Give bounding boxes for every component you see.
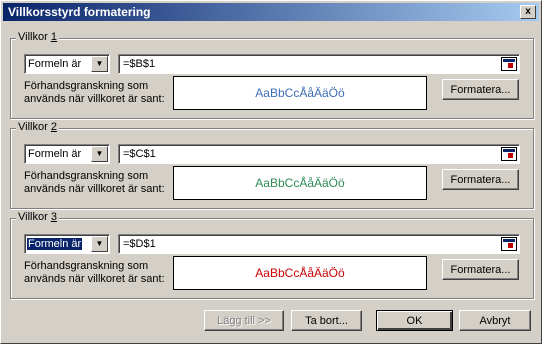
- condition-3-preview-label: Förhandsgranskning som används när villk…: [24, 260, 165, 285]
- condition-2-operator-select[interactable]: Formeln är ▼: [24, 144, 110, 164]
- condition-3-format-button[interactable]: Formatera...: [442, 259, 519, 280]
- condition-2-preview-box: AaBbCcÅåÄäÖö: [173, 166, 427, 200]
- condition-1-format-button[interactable]: Formatera...: [442, 79, 519, 100]
- condition-3-group: Villkor 3 Formeln är ▼ =$D$1 Förhandsgra…: [10, 211, 534, 299]
- condition-3-operator-select[interactable]: Formeln är ▼: [24, 234, 110, 254]
- formula-value: =$C$1: [123, 148, 156, 160]
- cell-reference-icon[interactable]: [501, 147, 517, 161]
- formula-value: =$B$1: [123, 58, 156, 70]
- cell-reference-icon[interactable]: [501, 237, 517, 251]
- condition-1-operator-select[interactable]: Formeln är ▼: [24, 54, 110, 74]
- condition-1-preview-label: Förhandsgranskning som används när villk…: [24, 80, 165, 105]
- condition-3-preview-text: AaBbCcÅåÄäÖö: [255, 266, 345, 280]
- condition-legend-text: Villkor: [18, 121, 48, 133]
- operator-value: Formeln är: [28, 148, 82, 160]
- dialog-window: Villkorsstyrd formatering x Villkor 1 Fo…: [0, 0, 542, 344]
- formula-value: =$D$1: [123, 238, 156, 250]
- condition-2-format-button[interactable]: Formatera...: [442, 169, 519, 190]
- cancel-button[interactable]: Avbryt: [459, 310, 531, 331]
- condition-2-legend: Villkor 2: [16, 121, 59, 133]
- condition-2-preview-text: AaBbCcÅåÄäÖö: [255, 176, 345, 190]
- dropdown-arrow-icon[interactable]: ▼: [91, 236, 108, 252]
- condition-3-preview-box: AaBbCcÅåÄäÖö: [173, 256, 427, 290]
- dropdown-arrow-icon[interactable]: ▼: [91, 146, 108, 162]
- condition-number: 2: [50, 121, 57, 133]
- dropdown-arrow-icon[interactable]: ▼: [91, 56, 108, 72]
- condition-2-formula-input[interactable]: =$C$1: [118, 144, 520, 164]
- condition-1-preview-text: AaBbCcÅåÄäÖö: [255, 86, 345, 100]
- condition-1-group: Villkor 1 Formeln är ▼ =$B$1 Förhandsgra…: [10, 31, 534, 119]
- operator-value: Formeln är: [28, 58, 82, 70]
- condition-3-legend: Villkor 3: [16, 211, 59, 223]
- condition-number: 1: [50, 31, 57, 43]
- condition-1-formula-input[interactable]: =$B$1: [118, 54, 520, 74]
- condition-legend-text: Villkor: [18, 211, 48, 223]
- title-bar[interactable]: Villkorsstyrd formatering x: [3, 3, 539, 21]
- condition-2-group: Villkor 2 Formeln är ▼ =$C$1 Förhandsgra…: [10, 121, 534, 209]
- condition-1-legend: Villkor 1: [16, 31, 59, 43]
- close-button[interactable]: x: [520, 5, 536, 19]
- ok-button[interactable]: OK: [376, 310, 453, 331]
- add-condition-button[interactable]: Lägg till >>: [204, 310, 284, 331]
- condition-3-formula-input[interactable]: =$D$1: [118, 234, 520, 254]
- condition-1-preview-box: AaBbCcÅåÄäÖö: [173, 76, 427, 110]
- condition-number: 3: [50, 211, 57, 223]
- cell-reference-icon[interactable]: [501, 57, 517, 71]
- window-title: Villkorsstyrd formatering: [8, 5, 151, 19]
- operator-value: Formeln är: [25, 237, 84, 251]
- remove-condition-button[interactable]: Ta bort...: [291, 310, 362, 331]
- condition-legend-text: Villkor: [18, 31, 48, 43]
- condition-2-preview-label: Förhandsgranskning som används när villk…: [24, 170, 165, 195]
